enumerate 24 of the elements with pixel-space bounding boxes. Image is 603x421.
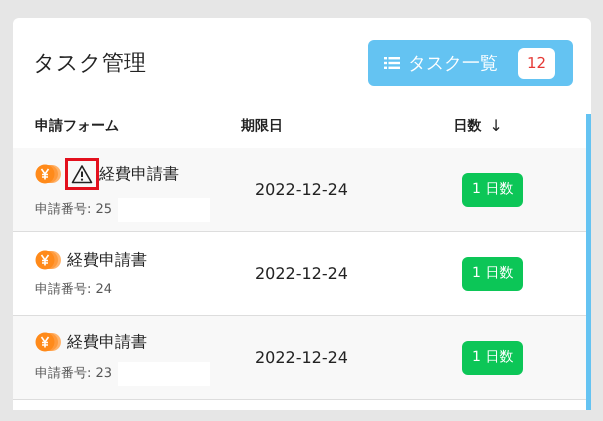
yen-coins-icon (35, 248, 61, 271)
days-badge: 1 日数 (462, 256, 524, 290)
list-icon (384, 57, 400, 69)
form-name: 経費申請書 (67, 248, 147, 271)
count-badge: 12 (518, 48, 555, 78)
application-number: 申請番号: 25 (35, 200, 112, 219)
task-list-button[interactable]: タスク一覧 12 (368, 40, 573, 86)
column-header[interactable]: 日数 (453, 116, 482, 136)
application-number: 申請番号: 23 (35, 364, 112, 383)
page-title: タスク管理 (33, 50, 146, 78)
yen-coins-icon (35, 330, 61, 352)
column-header[interactable]: 申請フォーム (35, 116, 119, 136)
column-header[interactable]: 期限日 (240, 116, 283, 136)
days-badge: 1 日数 (462, 172, 524, 206)
form-name: 経費申請書 (99, 162, 179, 184)
scrollbar[interactable] (586, 114, 591, 410)
sort-arrow-icon[interactable]: ↓ (489, 114, 503, 138)
application-number: 申請番号: 24 (35, 280, 112, 299)
days-badge: 1 日数 (462, 340, 524, 374)
form-name: 経費申請書 (67, 330, 147, 352)
due-date: 2022-12-24 (255, 264, 348, 282)
due-date: 2022-12-24 (255, 348, 348, 366)
due-date: 2022-12-24 (255, 180, 348, 198)
yen-coins-icon (35, 162, 61, 184)
